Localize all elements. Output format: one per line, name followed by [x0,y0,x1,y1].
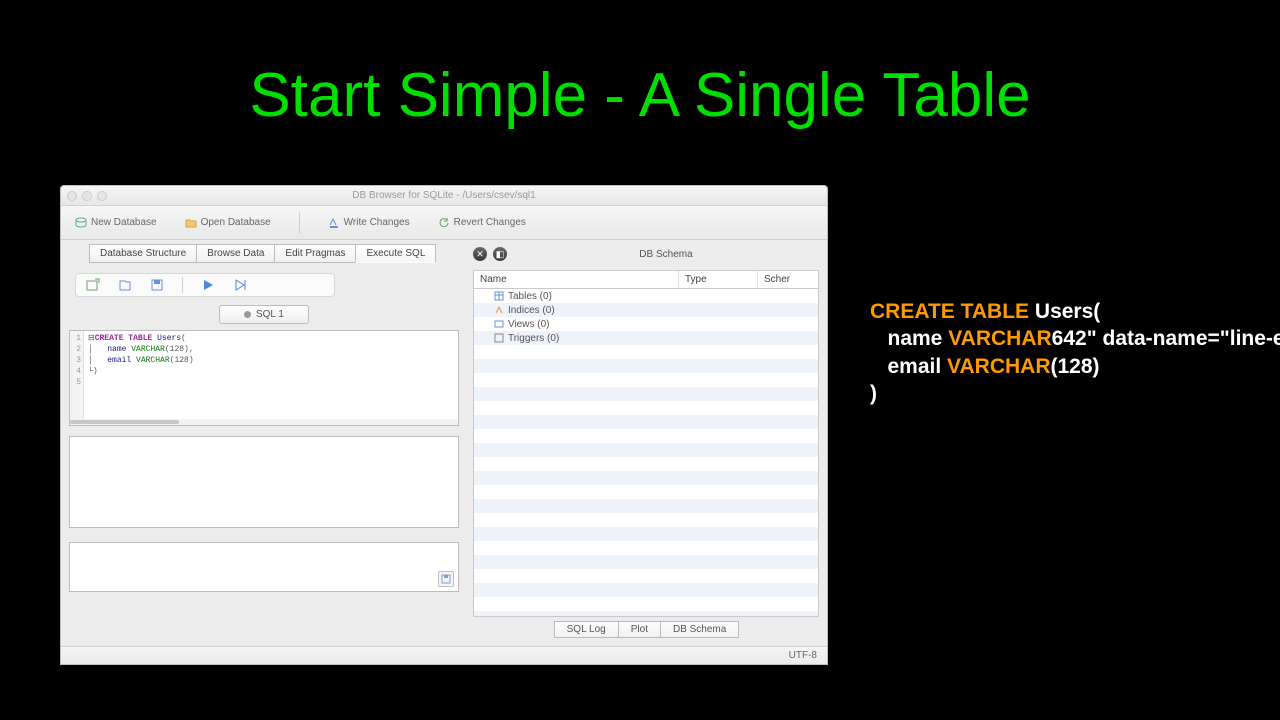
toolbar-label: New Database [91,217,157,228]
new-database-icon [75,217,87,229]
tab-db-schema[interactable]: DB Schema [660,621,739,638]
message-panel[interactable] [69,542,459,592]
tree-item-label: Views (0) [508,319,550,330]
tab-plot[interactable]: Plot [618,621,661,638]
bottom-panel-tabs: SQL Log Plot DB Schema [473,621,819,638]
sql-tab-label: SQL 1 [256,309,284,320]
toolbar-separator [299,212,300,234]
write-changes-icon [328,217,340,229]
editor-code[interactable]: ⊟CREATE TABLE Users( │ name VARCHAR(128)… [84,331,198,425]
schema-tree-item[interactable]: Indices (0) [474,303,818,317]
write-changes-button[interactable]: Write Changes [328,217,410,229]
left-pane: Database Structure Browse Data Edit Prag… [61,240,467,646]
close-panel-icon[interactable]: ✕ [473,247,487,261]
sql-code-snippet: CREATE TABLE Users( name VARCHAR642" dat… [870,298,1280,407]
toolbar-label: Write Changes [344,217,410,228]
main-toolbar: New Database Open Database Write Changes… [61,206,827,240]
right-pane: ✕ ◧ DB Schema Name Type Scher Tables (0)… [467,240,827,646]
status-bar: UTF-8 [61,646,827,664]
run-line-icon[interactable] [233,278,247,292]
line-number: 4 [70,366,81,377]
tab-database-structure[interactable]: Database Structure [89,244,197,263]
main-tab-bar: Database Structure Browse Data Edit Prag… [89,244,459,263]
undock-panel-icon[interactable]: ◧ [493,247,507,261]
schema-panel-title: DB Schema [513,249,819,260]
toolbar-label: Open Database [201,217,271,228]
line-number: 5 [70,377,81,388]
column-header-type[interactable]: Type [679,271,758,288]
tab-indicator-icon [244,311,251,318]
editor-scrollbar[interactable] [70,419,458,425]
sql-editor[interactable]: 1 2 3 4 5 ⊟CREATE TABLE Users( │ name VA… [69,330,459,426]
new-database-button[interactable]: New Database [75,217,157,229]
slide-title: Start Simple - A Single Table [0,0,1280,131]
line-number: 1 [70,333,81,344]
run-sql-icon[interactable] [201,278,215,292]
open-database-button[interactable]: Open Database [185,217,271,229]
tab-execute-sql[interactable]: Execute SQL [355,244,436,263]
open-sql-file-icon[interactable] [118,278,132,292]
open-folder-icon [185,217,197,229]
line-number: 2 [70,344,81,355]
tab-edit-pragmas[interactable]: Edit Pragmas [274,244,356,263]
schema-column-headers[interactable]: Name Type Scher [473,270,819,289]
tree-item-label: Indices (0) [508,305,555,316]
column-header-name[interactable]: Name [474,271,679,288]
save-sql-icon[interactable] [150,278,164,292]
trigger-icon [494,333,504,343]
line-number: 3 [70,355,81,366]
tab-sql-log[interactable]: SQL Log [554,621,619,638]
window-titlebar[interactable]: DB Browser for SQLite - /Users/csev/sql1 [61,186,827,206]
table-icon [494,291,504,301]
sql-editor-tab[interactable]: SQL 1 [219,305,309,324]
schema-tree-item[interactable]: Triggers (0) [474,331,818,345]
schema-tree-item[interactable]: Tables (0) [474,289,818,303]
encoding-label: UTF-8 [789,650,817,661]
save-log-icon[interactable] [438,571,454,587]
tree-item-label: Tables (0) [508,291,552,302]
new-sql-tab-icon[interactable] [86,278,100,292]
window-title: DB Browser for SQLite - /Users/csev/sql1 [61,190,827,201]
tree-item-label: Triggers (0) [508,333,559,344]
tab-browse-data[interactable]: Browse Data [196,244,275,263]
revert-changes-icon [438,217,450,229]
view-icon [494,319,504,329]
sql-mini-toolbar [75,273,335,297]
editor-gutter: 1 2 3 4 5 [70,331,84,425]
toolbar-label: Revert Changes [454,217,526,228]
column-header-schema[interactable]: Scher [758,271,818,288]
schema-tree-item[interactable]: Views (0) [474,317,818,331]
revert-changes-button[interactable]: Revert Changes [438,217,526,229]
db-browser-window: DB Browser for SQLite - /Users/csev/sql1… [60,185,828,665]
index-icon [494,305,504,315]
results-panel[interactable] [69,436,459,528]
schema-tree[interactable]: Tables (0) Indices (0) Views (0) Trigger… [473,289,819,617]
mini-toolbar-separator [182,277,183,293]
